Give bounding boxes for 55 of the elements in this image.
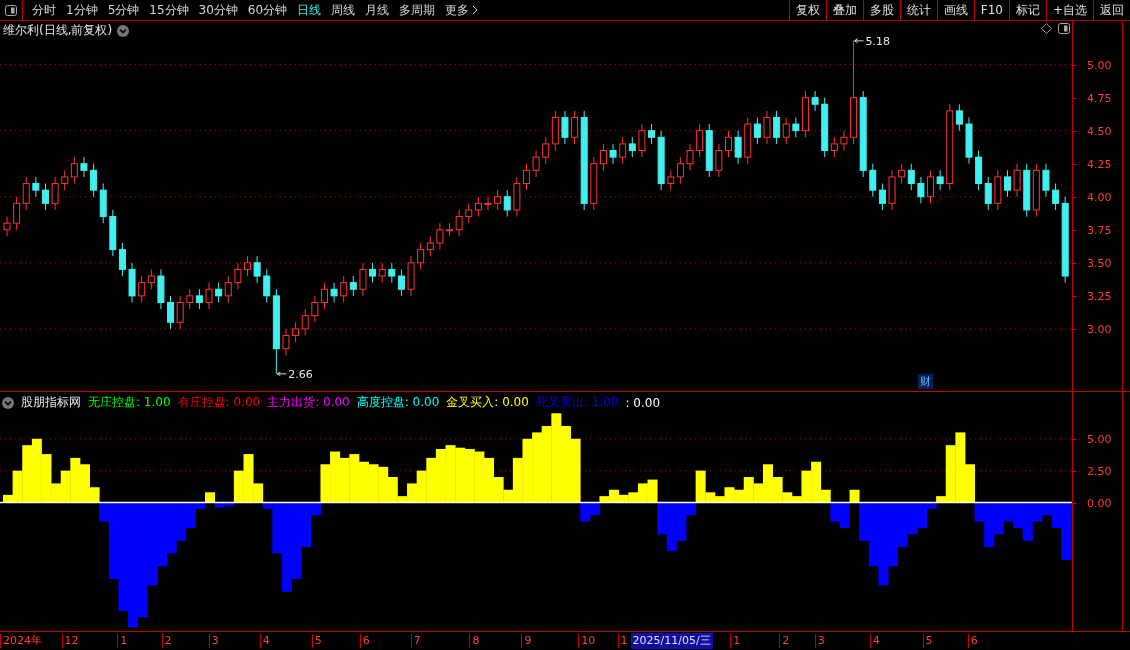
period-tab[interactable]: 30分钟	[193, 0, 243, 20]
axis-label: 4.75	[1087, 91, 1112, 105]
period-tab[interactable]: 15分钟	[144, 0, 194, 20]
axis-label: 3.50	[1087, 256, 1112, 270]
axis-label: 5.00	[1087, 432, 1112, 446]
axis-label: 4.25	[1087, 157, 1112, 171]
legend-value: 有庄控盘: 0.00	[177, 394, 261, 411]
price-label: 5.18	[865, 34, 891, 48]
period-tab[interactable]: 多周期	[394, 0, 441, 20]
period-tab[interactable]: 1分钟	[61, 0, 103, 20]
date-label: 5	[311, 634, 322, 648]
date-label: 8	[469, 634, 480, 648]
legend-value: 高度控盘: 0.00	[356, 394, 440, 411]
news-badge[interactable]: 财	[918, 374, 933, 389]
date-label: 3	[814, 634, 825, 648]
date-label: 6	[359, 634, 370, 648]
date-label: 1	[617, 634, 628, 648]
axis-label: 3.25	[1087, 289, 1112, 303]
price-label: 2.66	[288, 367, 313, 381]
axis-label: 4.50	[1087, 124, 1112, 138]
legend-value: 主力出货: 0.00	[267, 394, 350, 411]
legend-value: 金叉买入: 0.00	[446, 394, 529, 411]
period-tab[interactable]: 5分钟	[102, 0, 145, 20]
date-label: 9	[521, 634, 532, 648]
period-tab[interactable]: 分时	[27, 0, 61, 20]
legend-value: 死叉卖出: 1.00	[535, 394, 619, 411]
date-label: 4	[869, 634, 880, 648]
period-tab[interactable]: 更多	[440, 0, 484, 20]
period-tab[interactable]: 日线	[292, 0, 327, 20]
axis-label: 3.00	[1087, 322, 1112, 336]
legend-value: : 0.00	[625, 395, 661, 410]
chart-title: 维尔利(日线,前复权)	[3, 22, 113, 39]
date-label: 2	[779, 634, 790, 648]
period-tab[interactable]: 60分钟	[242, 0, 293, 20]
date-label: 5	[922, 634, 933, 648]
date-label: 1	[730, 634, 741, 648]
date-label: 10	[578, 634, 596, 648]
date-label: 2	[161, 634, 172, 648]
date-label: 7	[410, 634, 421, 648]
legend-value: 无庄控盘: 1.00	[88, 394, 171, 411]
period-tab[interactable]: 月线	[360, 0, 395, 20]
axis-label: 2.50	[1087, 464, 1112, 478]
axis-label: 4.00	[1087, 190, 1112, 204]
date-label: 2024年	[0, 634, 42, 648]
axis-label: 5.00	[1087, 58, 1112, 72]
date-label: 3	[208, 634, 219, 648]
date-label: 4	[259, 634, 270, 648]
date-label: 1	[117, 634, 128, 648]
axis-label: 3.75	[1087, 223, 1112, 237]
date-label: 6	[967, 634, 978, 648]
cursor-date-label: 2025/11/05/三	[630, 633, 713, 649]
indicator-name: 股朋指标网	[21, 394, 81, 411]
date-label: 12	[61, 634, 79, 648]
period-tab[interactable]: 周线	[326, 0, 361, 20]
axis-label: 0.00	[1087, 496, 1112, 509]
